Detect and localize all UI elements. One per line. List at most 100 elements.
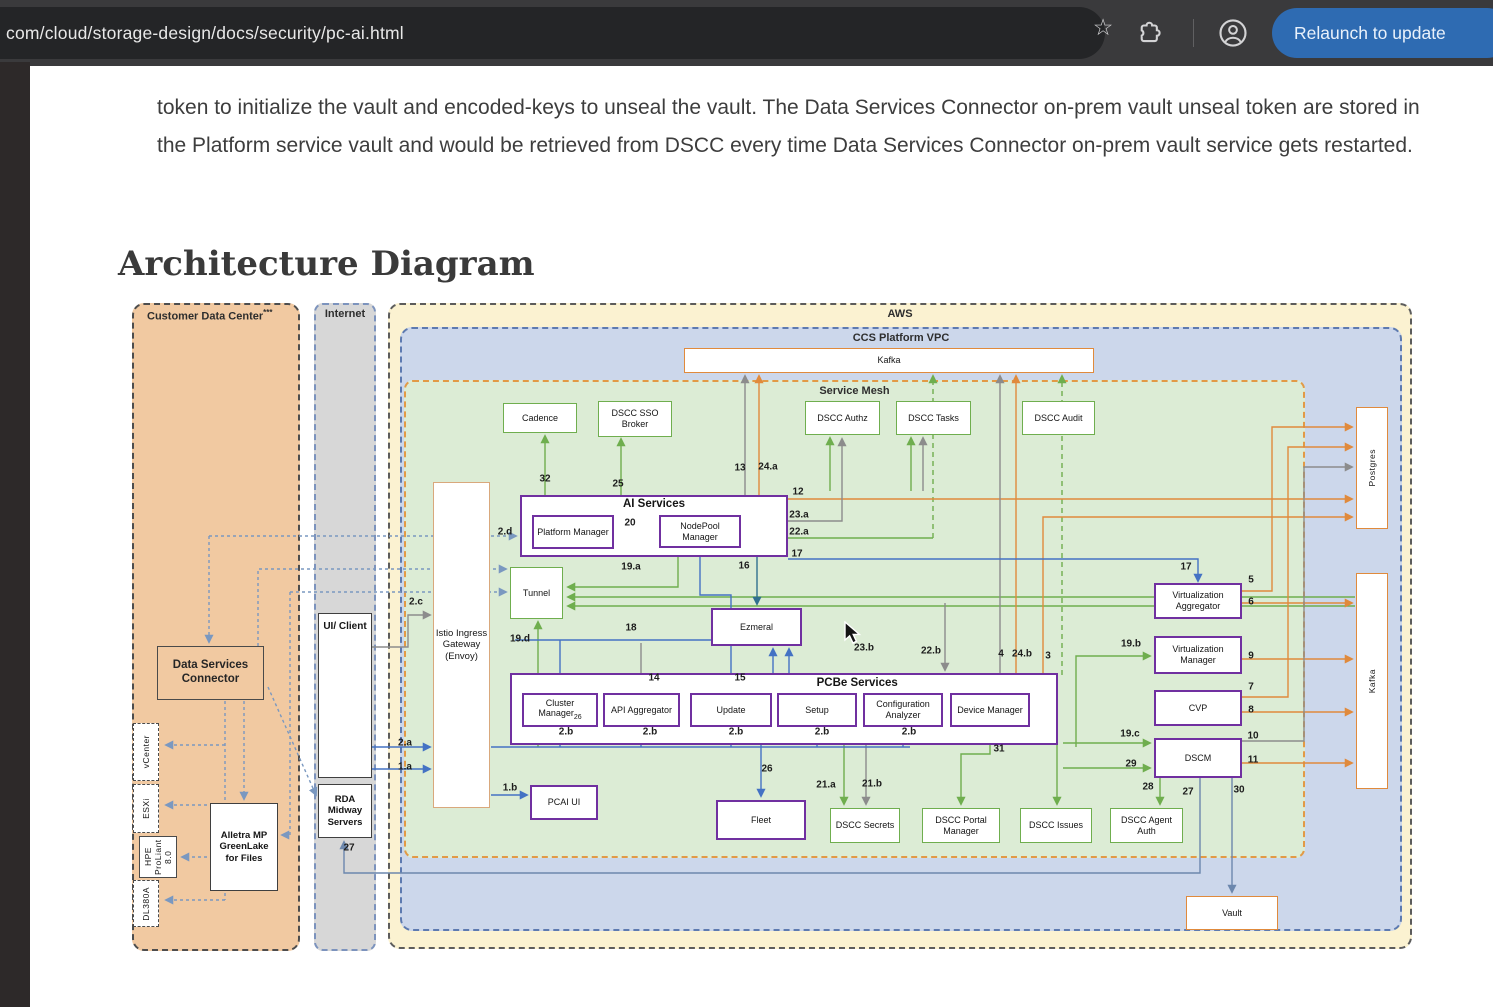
- page-title: Architecture Diagram: [118, 244, 535, 284]
- address-bar[interactable]: com/cloud/storage-design/docs/security/p…: [0, 7, 1105, 59]
- edge-label: 4: [998, 649, 1004, 660]
- edge-label: 22.a: [789, 527, 808, 538]
- node-dscc-issues: DSCC Issues: [1020, 808, 1092, 843]
- edge-label: 10: [1247, 731, 1258, 742]
- node-postgres: Postgres: [1356, 407, 1388, 529]
- architecture-diagram: Customer Data Center***InternetAWSCCS Pl…: [118, 295, 1413, 957]
- profile-icon[interactable]: [1218, 18, 1248, 48]
- edge-label: 13: [734, 463, 745, 474]
- edge-label: 19.c: [1120, 729, 1139, 740]
- edge-label: 17: [791, 549, 802, 560]
- node-vault: Vault: [1186, 896, 1278, 930]
- edge-label: 20: [624, 518, 635, 529]
- node-fleet: Fleet: [716, 800, 806, 840]
- node-configuration-analyzer: Configuration Analyzer: [863, 693, 943, 727]
- edge-label: 23.b: [854, 643, 874, 654]
- edge-label: 17: [1180, 562, 1191, 573]
- edge-label: 2.b: [559, 727, 573, 738]
- edge-label: 1.a: [398, 762, 412, 773]
- node-dscc-secrets: DSCC Secrets: [830, 808, 900, 843]
- node-dscc-sso-broker: DSCC SSO Broker: [598, 401, 672, 437]
- edge-label: 2.b: [643, 727, 657, 738]
- node-cadence: Cadence: [503, 403, 577, 433]
- edge-label: 31: [993, 744, 1004, 755]
- extensions-puzzle-icon[interactable]: [1134, 18, 1164, 48]
- node-pcai-ui: PCAI UI: [530, 785, 598, 820]
- node-kafka-bar: Kafka: [684, 348, 1094, 373]
- edge-label: 30: [1233, 785, 1244, 796]
- edge-label: 24.b: [1012, 649, 1032, 660]
- bookmark-star-icon[interactable]: ☆: [1083, 7, 1123, 47]
- node-virtualization-aggregator: Virtualization Aggregator: [1154, 583, 1242, 619]
- edge-label: 8: [1248, 705, 1254, 716]
- node-dscc-audit: DSCC Audit: [1022, 401, 1095, 435]
- node-api-aggregator: API Aggregator: [603, 693, 680, 727]
- edge-label: 2.b: [729, 727, 743, 738]
- edge-label: 32: [539, 474, 550, 485]
- edge-label: 9: [1248, 651, 1254, 662]
- edge-label: 19.b: [1121, 639, 1141, 650]
- node-dscm: DSCM: [1154, 738, 1242, 778]
- edge-label: 25: [612, 479, 623, 490]
- node-ezmeral: Ezmeral: [711, 608, 802, 646]
- browser-toolbar: com/cloud/storage-design/docs/security/p…: [0, 0, 1493, 66]
- edge-label: 2.d: [498, 527, 512, 538]
- node-update: Update: [690, 693, 772, 727]
- node-vcenter: vCenter: [133, 723, 159, 781]
- url-text[interactable]: com/cloud/storage-design/docs/security/p…: [6, 7, 404, 59]
- toolbar-separator: [1193, 19, 1194, 47]
- edge-label: 1.b: [503, 783, 517, 794]
- node-esxi: ESXi: [133, 784, 159, 833]
- node-ui-client: UI/ Client: [318, 613, 372, 778]
- edge-label: 2.c: [409, 597, 423, 608]
- node-device-manager: Device Manager: [950, 693, 1030, 727]
- node-dscc-authz: DSCC Authz: [805, 401, 880, 435]
- edge-label: 12: [792, 487, 803, 498]
- node-dscc-portal-manager: DSCC Portal Manager: [922, 808, 1000, 843]
- node-istio-ingress-gateway: Istio Ingress Gateway (Envoy): [433, 482, 490, 808]
- edge-label: 14: [648, 673, 659, 684]
- edge-label: 2.a: [398, 738, 412, 749]
- edge-label: 21.a: [816, 780, 835, 791]
- edge-label: 19.d: [510, 634, 530, 645]
- node-dscc-tasks: DSCC Tasks: [896, 401, 971, 435]
- mouse-cursor: [844, 621, 866, 645]
- edge-label: 2.b: [902, 727, 916, 738]
- edge-label: 7: [1248, 682, 1254, 693]
- node-dscc-agent-auth: DSCC Agent Auth: [1110, 808, 1183, 843]
- node-cluster-manager: Cluster Manager26: [522, 693, 598, 727]
- edge-label: 2.b: [815, 727, 829, 738]
- edge-label: 26: [761, 764, 772, 775]
- node-hpe-proliant: HPE ProLiant 8.0: [139, 836, 177, 878]
- node-kafka-right: Kafka: [1356, 573, 1388, 789]
- edge-label: 22.b: [921, 646, 941, 657]
- node-alletra: Alletra MP GreenLake for Files: [210, 803, 278, 891]
- node-virtualization-manager: Virtualization Manager: [1154, 636, 1242, 674]
- edge-label: 29: [1125, 759, 1136, 770]
- edge-label: 15: [734, 673, 745, 684]
- node-data-services-connector: Data Services Connector: [157, 646, 264, 700]
- edge-label: 19.a: [621, 562, 640, 573]
- edge-label: 6: [1248, 597, 1254, 608]
- node-cvp: CVP: [1154, 690, 1242, 726]
- node-setup: Setup: [777, 693, 857, 727]
- node-nodepool-manager: NodePool Manager: [659, 515, 741, 548]
- node-tunnel: Tunnel: [510, 567, 563, 619]
- edge-label: 3: [1045, 651, 1051, 662]
- node-dl380a: DL380A: [133, 880, 159, 927]
- edge-label: 21.b: [862, 779, 882, 790]
- node-platform-manager: Platform Manager: [532, 515, 614, 549]
- body-paragraph: token to initialize the vault and encode…: [157, 89, 1429, 165]
- edge-label: 28: [1142, 782, 1153, 793]
- edge-label: 27: [1182, 787, 1193, 798]
- node-rda-midway: RDA Midway Servers: [318, 784, 372, 838]
- edge-label: 24.a: [758, 462, 777, 473]
- edge-label: 27: [343, 843, 354, 854]
- relaunch-to-update-button[interactable]: Relaunch to update: [1272, 8, 1493, 58]
- edge-label: 11: [1248, 755, 1259, 766]
- edge-label: 5: [1248, 575, 1254, 586]
- page-sidebar-strip: [0, 62, 30, 1007]
- edge-label: 16: [738, 561, 749, 572]
- edge-label: 18: [625, 623, 636, 634]
- edge-label: 23.a: [789, 510, 808, 521]
